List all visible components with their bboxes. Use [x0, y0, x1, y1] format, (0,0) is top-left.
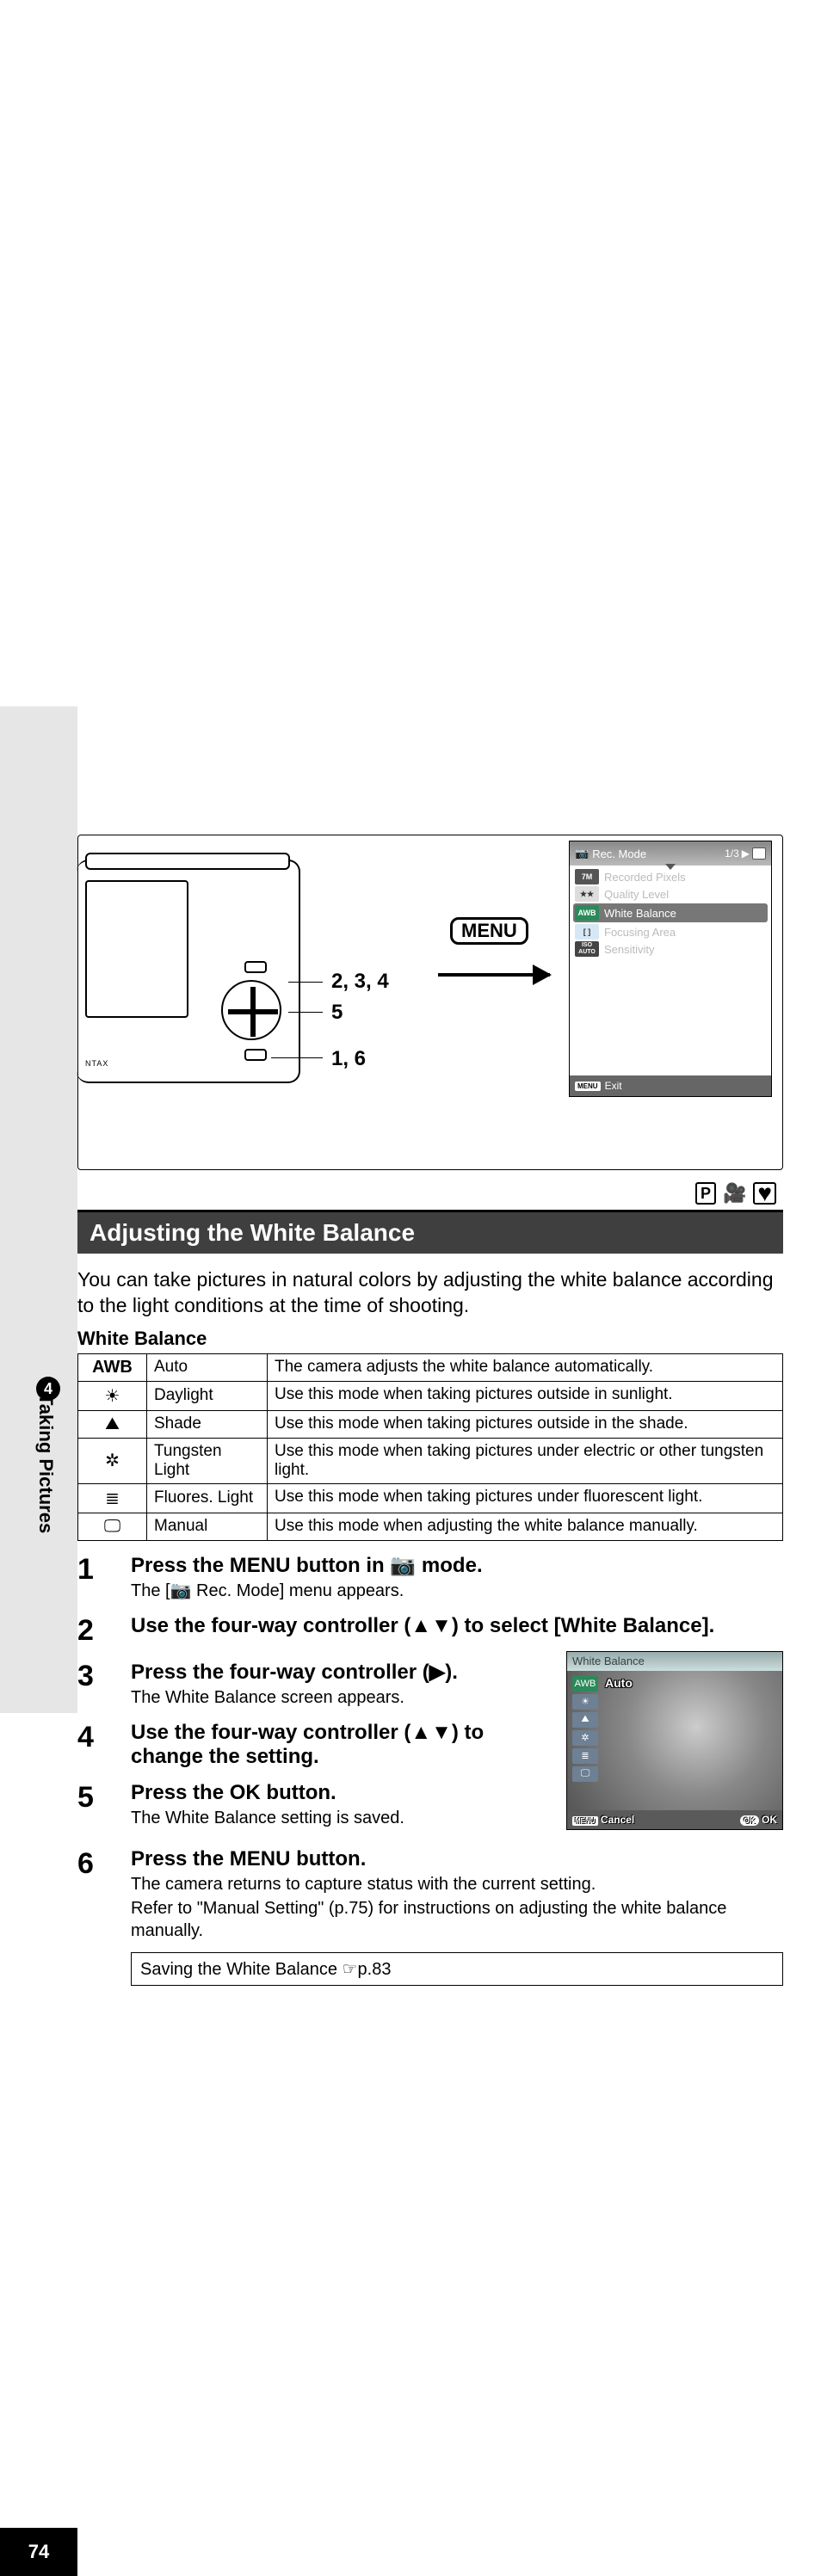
wbscreen-title: White Balance — [567, 1652, 782, 1671]
wb-name-daylight: Daylight — [147, 1381, 268, 1410]
operation-diagram: NTAX 2, 3, 4 5 1, 6 MENU 📷Rec. Mode 1/3 … — [77, 835, 783, 1170]
wb-table: AWBAutoThe camera adjusts the white bala… — [77, 1353, 783, 1541]
wb-sym-daylight: ☀ — [78, 1381, 147, 1410]
wbscreen-menu-chip: MENU — [572, 1816, 598, 1826]
favorite-mode-icon: ♥ — [753, 1182, 776, 1205]
lcd-title: Rec. Mode — [592, 847, 646, 860]
chip-7m: 7M — [575, 869, 599, 884]
wb-opt-shade: ⛰ — [572, 1712, 598, 1728]
step-3-num: 3 — [77, 1660, 131, 1709]
step-3-instruction: Press the four-way controller (▶). — [131, 1660, 556, 1685]
chip-awb: AWB — [575, 905, 599, 921]
wb-screen-preview: White Balance AWB ☀ ⛰ ✲ ≣ 🖵 Auto MENU Ca… — [566, 1651, 783, 1830]
row-quality-level: Quality Level — [604, 888, 669, 901]
wbscreen-auto-label: Auto — [605, 1676, 633, 1690]
wb-desc-manual: Use this mode when adjusting the white b… — [268, 1513, 783, 1540]
step-5-num: 5 — [77, 1781, 131, 1829]
step-4-num: 4 — [77, 1721, 131, 1769]
wb-opt-awb: AWB — [572, 1676, 598, 1692]
dpad-icon — [221, 980, 281, 1040]
wbscreen-ok: OK — [762, 1814, 777, 1826]
step-1-sub: The [📷 Rec. Mode] menu appears. — [131, 1580, 783, 1602]
chip-iso: ISOAUTO — [575, 941, 599, 957]
wb-opt-manual: 🖵 — [572, 1766, 598, 1782]
section-title: Taking Pictures — [34, 1394, 57, 1533]
lcd-rec-mode: 📷Rec. Mode 1/3 ▶ ✕⟂ 7MRecorded Pixels ★★… — [569, 841, 772, 1097]
step-6-sub1: The camera returns to capture status wit… — [131, 1873, 783, 1895]
brand-label: NTAX — [85, 1059, 108, 1068]
note-box: Saving the White Balance ☞p.83 — [131, 1952, 783, 1986]
wb-desc-shade: Use this mode when taking pictures outsi… — [268, 1410, 783, 1438]
diagram-label-3: 1, 6 — [331, 1047, 366, 1071]
step-2-num: 2 — [77, 1614, 131, 1648]
wb-name-fluores: Fluores. Light — [147, 1483, 268, 1513]
step-1-instruction: Press the MENU button in 📷 mode. — [131, 1553, 783, 1578]
chip-stars: ★★ — [575, 886, 599, 902]
step-2-instruction: Use the four-way controller (▲▼) to sele… — [131, 1614, 783, 1638]
wb-desc-tungsten: Use this mode when taking pictures under… — [268, 1438, 783, 1483]
wb-sym-fluores: ≣ — [78, 1483, 147, 1513]
video-mode-icon: 🎥 — [723, 1182, 746, 1205]
wb-opt-daylight: ☀ — [572, 1694, 598, 1710]
mode-icons: P 🎥 ♥ — [77, 1182, 776, 1205]
step-6-sub2: Refer to "Manual Setting" (p.75) for ins… — [131, 1897, 783, 1942]
row-sensitivity: Sensitivity — [604, 943, 655, 956]
step-3-sub: The White Balance screen appears. — [131, 1686, 556, 1709]
margin-strip — [0, 706, 77, 1713]
camera-icon: 📷 — [390, 1554, 416, 1577]
step-6-instruction: Press the MENU button. — [131, 1847, 783, 1871]
wb-desc-fluores: Use this mode when taking pictures under… — [268, 1483, 783, 1513]
wb-name-manual: Manual — [147, 1513, 268, 1540]
wbscreen-ok-chip: OK — [740, 1815, 759, 1826]
chip-focus: [ ] — [575, 924, 599, 940]
camera-icon: 📷 — [575, 847, 589, 860]
wbscreen-cancel: Cancel — [601, 1814, 634, 1826]
page-title: Adjusting the White Balance — [77, 1210, 783, 1254]
wb-opt-tungsten: ✲ — [572, 1730, 598, 1746]
lcd-exit: Exit — [605, 1080, 622, 1092]
wb-desc-daylight: Use this mode when taking pictures outsi… — [268, 1381, 783, 1410]
wb-table-title: White Balance — [77, 1328, 783, 1350]
wb-sym-shade: ⛰ — [78, 1410, 147, 1438]
p-mode-icon: P — [695, 1182, 716, 1205]
row-recorded-pixels: Recorded Pixels — [604, 871, 686, 884]
diagram-label-1: 2, 3, 4 — [331, 970, 389, 994]
down-arrow-icon — [665, 864, 676, 870]
menu-badge: MENU — [450, 917, 528, 945]
wb-sym-awb: AWB — [78, 1353, 147, 1381]
wb-name-auto: Auto — [147, 1353, 268, 1381]
row-white-balance: White Balance — [604, 907, 676, 920]
step-5-sub: The White Balance setting is saved. — [131, 1807, 556, 1829]
wb-opt-fluores: ≣ — [572, 1748, 598, 1764]
wb-sym-tungsten: ✲ — [78, 1438, 147, 1483]
step-6-num: 6 — [77, 1847, 131, 1942]
tool-icon: ✕⟂ — [752, 847, 766, 860]
wb-name-shade: Shade — [147, 1410, 268, 1438]
step-4-instruction: Use the four-way controller (▲▼) to chan… — [131, 1721, 556, 1769]
lcd-menu-chip: MENU — [575, 1082, 601, 1091]
diagram-label-2: 5 — [331, 1001, 343, 1025]
lcd-pager: 1/3 — [725, 847, 739, 860]
page-number: 74 — [0, 2528, 77, 2576]
wb-desc-auto: The camera adjusts the white balance aut… — [268, 1353, 783, 1381]
wb-name-tungsten: Tungsten Light — [147, 1438, 268, 1483]
intro-text: You can take pictures in natural colors … — [77, 1267, 783, 1319]
wb-sym-manual: 🖵 — [78, 1513, 147, 1540]
camera-illustration: NTAX — [77, 860, 300, 1083]
step-1-num: 1 — [77, 1553, 131, 1602]
row-focusing-area: Focusing Area — [604, 926, 676, 939]
arrow-icon — [438, 973, 550, 977]
step-5-instruction: Press the OK button. — [131, 1781, 556, 1805]
